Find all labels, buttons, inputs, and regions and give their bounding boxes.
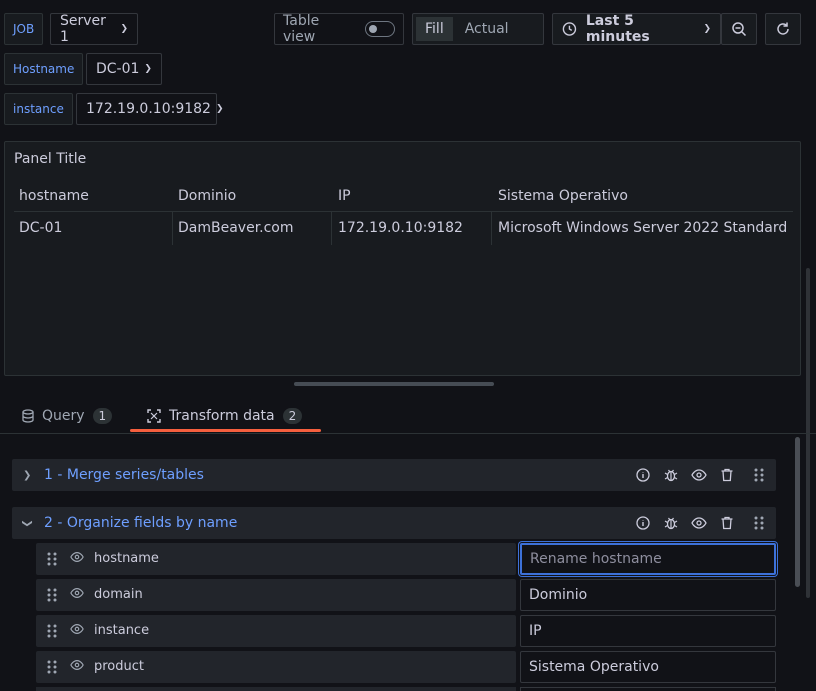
info-icon[interactable] xyxy=(634,514,652,532)
zoom-out-icon xyxy=(732,22,747,37)
table-cell: DC-01 xyxy=(19,220,63,236)
drag-handle-icon[interactable] xyxy=(750,514,768,532)
fill-button[interactable]: Fill xyxy=(416,17,453,41)
fill-label: Fill xyxy=(425,21,444,37)
field-row-hostname: hostname xyxy=(36,543,516,575)
field-row-domain: domain xyxy=(36,579,516,611)
tab-count-badge: 2 xyxy=(282,408,303,424)
tab-label: Transform data xyxy=(169,408,275,424)
variable-label-job: JOB xyxy=(4,13,44,45)
info-icon[interactable] xyxy=(634,466,652,484)
actual-button[interactable]: Actual xyxy=(453,17,521,41)
transformation-header-merge[interactable]: ❯ 1 - Merge series/tables xyxy=(12,459,776,491)
table-cell: 172.19.0.10:9182 xyxy=(338,220,463,236)
table-cell: DamBeaver.com xyxy=(178,220,294,236)
variable-label-text: instance xyxy=(13,102,64,116)
field-name: product xyxy=(94,659,145,674)
rename-field-input-product[interactable] xyxy=(520,651,776,683)
variable-label-text: JOB xyxy=(13,22,35,36)
transformation-actions xyxy=(634,514,768,532)
fill-actual-group: Fill Actual xyxy=(412,13,544,45)
trash-icon[interactable] xyxy=(718,466,736,484)
tab-label: Query xyxy=(42,408,85,424)
drag-handle-icon[interactable] xyxy=(47,659,57,679)
variable-value: DC-01 xyxy=(96,61,140,77)
chevron-down-icon: ❯ xyxy=(703,24,711,34)
field-row-product: product xyxy=(36,651,516,683)
table-cell: Microsoft Windows Server 2022 Standard xyxy=(498,220,788,236)
eye-icon[interactable] xyxy=(70,551,84,567)
column-header-ip[interactable]: IP xyxy=(338,188,351,204)
table-view-toggle[interactable]: Table view xyxy=(274,13,404,45)
time-range-label: Last 5 minutes xyxy=(585,13,650,45)
panel-resize-handle[interactable] xyxy=(294,382,494,386)
eye-icon[interactable] xyxy=(70,659,84,675)
column-divider xyxy=(491,211,492,245)
eye-icon[interactable] xyxy=(70,587,84,603)
rename-field-input-hostname[interactable] xyxy=(520,543,776,575)
drag-handle-icon[interactable] xyxy=(47,551,57,571)
variable-label-hostname: Hostname xyxy=(4,53,84,85)
tab-query[interactable]: Query 1 xyxy=(22,399,113,433)
eye-icon[interactable] xyxy=(70,623,84,639)
active-tab-indicator xyxy=(130,429,321,432)
variable-select-hostname[interactable]: DC-01 ❯ xyxy=(86,53,162,85)
column-header-sistema-operativo[interactable]: Sistema Operativo xyxy=(498,188,628,204)
time-range-picker[interactable]: Last 5 minutes ❯ xyxy=(552,13,721,45)
drag-handle-icon[interactable] xyxy=(47,587,57,607)
chevron-down-icon: ❯ xyxy=(144,64,152,74)
debug-icon[interactable] xyxy=(662,514,680,532)
field-name: domain xyxy=(94,587,143,602)
chevron-down-icon[interactable]: ❯ xyxy=(22,519,33,527)
column-divider xyxy=(331,211,332,245)
zoom-out-button[interactable] xyxy=(721,13,757,45)
refresh-button[interactable] xyxy=(765,13,801,45)
transform-icon xyxy=(147,409,161,423)
database-icon xyxy=(22,409,34,423)
chevron-down-icon: ❯ xyxy=(120,24,128,34)
eye-icon[interactable] xyxy=(690,466,708,484)
editor-scrollbar[interactable] xyxy=(795,437,800,587)
variable-value: Server 1 xyxy=(60,13,106,45)
column-header-dominio[interactable]: Dominio xyxy=(178,188,236,204)
rename-field-input-instance[interactable] xyxy=(520,615,776,647)
variable-label-text: Hostname xyxy=(13,62,75,76)
field-name: instance xyxy=(94,623,150,638)
variable-value: 172.19.0.10:9182 xyxy=(86,101,211,117)
variable-label-instance: instance xyxy=(4,93,73,125)
panel-title: Panel Title xyxy=(14,151,87,167)
chevron-down-icon: ❯ xyxy=(215,104,224,114)
clock-icon xyxy=(562,22,577,36)
tabs-divider xyxy=(0,433,816,434)
table-view-label: Table view xyxy=(283,13,320,45)
field-row-instance: instance xyxy=(36,615,516,647)
column-header-hostname[interactable]: hostname xyxy=(19,188,89,204)
variable-select-instance[interactable]: 172.19.0.10:9182 ❯ xyxy=(76,93,224,125)
tab-transform-data[interactable]: Transform data 2 xyxy=(147,399,303,433)
rename-field-input-partial xyxy=(520,687,776,691)
table-header-divider xyxy=(14,211,793,212)
variable-select-job[interactable]: Server 1 ❯ xyxy=(50,13,138,45)
tab-count-badge: 1 xyxy=(92,408,113,424)
column-divider xyxy=(172,211,173,245)
drag-handle-icon[interactable] xyxy=(47,623,57,643)
transformation-title: 2 - Organize fields by name xyxy=(44,515,238,531)
transformation-title: 1 - Merge series/tables xyxy=(44,467,204,483)
transformation-header-organize[interactable]: ❯ 2 - Organize fields by name xyxy=(12,507,776,539)
panel: Panel Title hostname Dominio IP Sistema … xyxy=(4,141,801,376)
toggle-switch[interactable] xyxy=(365,21,395,37)
refresh-icon xyxy=(777,22,789,35)
field-row-partial xyxy=(36,687,516,691)
transformation-actions xyxy=(634,466,768,484)
actual-label: Actual xyxy=(464,21,509,37)
chevron-right-icon[interactable]: ❯ xyxy=(23,470,31,481)
rename-field-input-domain[interactable] xyxy=(520,579,776,611)
trash-icon[interactable] xyxy=(718,514,736,532)
debug-icon[interactable] xyxy=(662,466,680,484)
drag-handle-icon[interactable] xyxy=(750,466,768,484)
field-name: hostname xyxy=(94,551,159,566)
eye-icon[interactable] xyxy=(690,514,708,532)
